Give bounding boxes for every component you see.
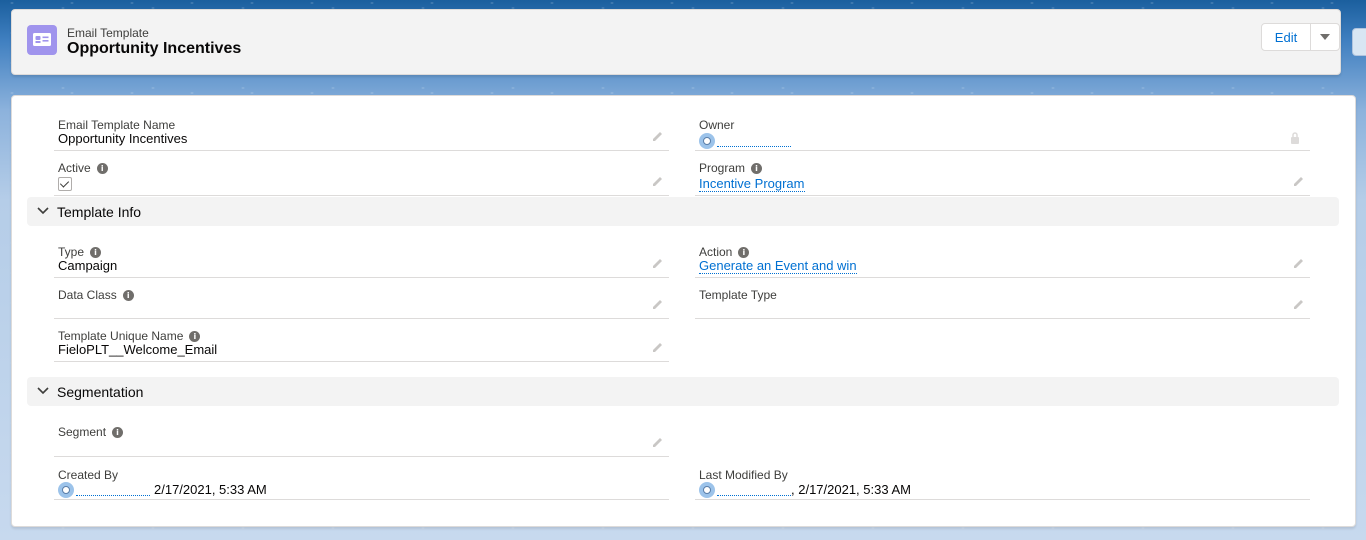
field-label: Active i xyxy=(58,161,108,175)
pencil-icon[interactable] xyxy=(1292,174,1306,188)
field-type: Type i Campaign xyxy=(54,241,669,278)
pencil-icon[interactable] xyxy=(651,297,665,311)
avatar xyxy=(699,481,715,498)
pencil-icon[interactable] xyxy=(651,256,665,270)
modified-timestamp: , 2/17/2021, 5:33 AM xyxy=(791,482,911,498)
field-value: Opportunity Incentives xyxy=(58,131,188,146)
field-label: Template Unique Name i xyxy=(58,329,201,343)
pencil-icon[interactable] xyxy=(651,129,665,143)
program-link[interactable]: Incentive Program xyxy=(699,176,805,192)
created-by-user-link[interactable] xyxy=(76,483,150,497)
field-label-text: Data Class xyxy=(58,288,117,302)
lock-icon xyxy=(1291,132,1299,144)
edit-button[interactable]: Edit xyxy=(1261,23,1311,51)
field-created-by: Created By 2/17/2021, 5:33 AM xyxy=(54,464,669,500)
field-label-text: Segment xyxy=(58,425,107,439)
info-icon[interactable]: i xyxy=(751,162,763,174)
field-segment: Segment i xyxy=(54,421,669,457)
field-last-modified-by: Last Modified By , 2/17/2021, 5:33 AM xyxy=(695,464,1310,500)
owner-link[interactable] xyxy=(717,134,791,148)
section-header-template-info[interactable]: Template Info xyxy=(27,197,1339,226)
record-header: Email Template Opportunity Incentives xyxy=(11,9,1341,75)
field-email-template-name: Email Template Name Opportunity Incentiv… xyxy=(54,114,669,151)
field-label: Type i xyxy=(58,245,102,259)
info-icon[interactable]: i xyxy=(90,246,102,258)
chevron-down-icon xyxy=(1320,34,1330,40)
field-value xyxy=(699,132,791,149)
field-value: FieloPLT__Welcome_Email xyxy=(58,342,218,357)
field-value: 2/17/2021, 5:33 AM xyxy=(58,481,267,498)
pencil-icon[interactable] xyxy=(1292,297,1306,311)
section-header-segmentation[interactable]: Segmentation xyxy=(27,377,1339,406)
field-label-text: Action xyxy=(699,245,733,259)
pencil-icon[interactable] xyxy=(1292,256,1306,270)
created-timestamp: 2/17/2021, 5:33 AM xyxy=(154,482,267,498)
record-detail-panel: Email Template Name Opportunity Incentiv… xyxy=(11,95,1356,527)
info-icon[interactable]: i xyxy=(96,162,108,174)
field-template-type: Template Type xyxy=(695,284,1310,319)
field-label: Owner xyxy=(699,118,735,132)
field-value: , 2/17/2021, 5:33 AM xyxy=(699,481,911,498)
record-type-label: Email Template xyxy=(67,26,149,40)
pencil-icon[interactable] xyxy=(651,435,665,449)
field-label-text: Type xyxy=(58,245,85,259)
pencil-icon[interactable] xyxy=(651,174,665,188)
pencil-icon[interactable] xyxy=(651,340,665,354)
utility-panel-tab[interactable] xyxy=(1352,28,1366,56)
field-label: Segment i xyxy=(58,425,124,439)
field-action: Action i Generate an Event and win xyxy=(695,241,1310,278)
active-checkbox xyxy=(58,177,72,191)
avatar xyxy=(58,481,74,498)
field-label: Action i xyxy=(699,245,750,259)
field-label: Email Template Name xyxy=(58,118,176,132)
page-title: Opportunity Incentives xyxy=(67,40,242,57)
info-icon[interactable]: i xyxy=(122,289,134,301)
field-label-text: Template Unique Name xyxy=(58,329,184,343)
field-label: Data Class i xyxy=(58,288,134,302)
section-title: Segmentation xyxy=(57,384,144,400)
field-data-class: Data Class i xyxy=(54,284,669,319)
info-icon[interactable]: i xyxy=(738,246,750,258)
field-program: Program i Incentive Program xyxy=(695,157,1310,196)
field-label: Program i xyxy=(699,161,763,175)
info-icon[interactable]: i xyxy=(189,330,201,342)
field-label: Template Type xyxy=(699,288,777,302)
field-label-text: Program xyxy=(699,161,746,175)
field-label: Created By xyxy=(58,468,119,482)
section-title: Template Info xyxy=(57,204,142,220)
field-active: Active i xyxy=(54,157,669,196)
field-value: Campaign xyxy=(58,258,118,273)
last-modified-user-link[interactable] xyxy=(717,483,791,497)
action-link[interactable]: Generate an Event and win xyxy=(699,258,857,274)
field-template-unique-name: Template Unique Name i FieloPLT__Welcome_… xyxy=(54,325,669,362)
chevron-down-icon xyxy=(37,207,49,215)
chevron-down-icon xyxy=(37,387,49,395)
email-template-icon xyxy=(27,25,57,55)
more-actions-button[interactable] xyxy=(1310,23,1340,51)
field-owner: Owner xyxy=(695,114,1310,151)
field-value xyxy=(58,177,72,194)
field-label: Last Modified By xyxy=(699,468,788,482)
field-label-text: Active xyxy=(58,161,91,175)
info-icon[interactable]: i xyxy=(112,426,124,438)
avatar xyxy=(699,132,715,149)
